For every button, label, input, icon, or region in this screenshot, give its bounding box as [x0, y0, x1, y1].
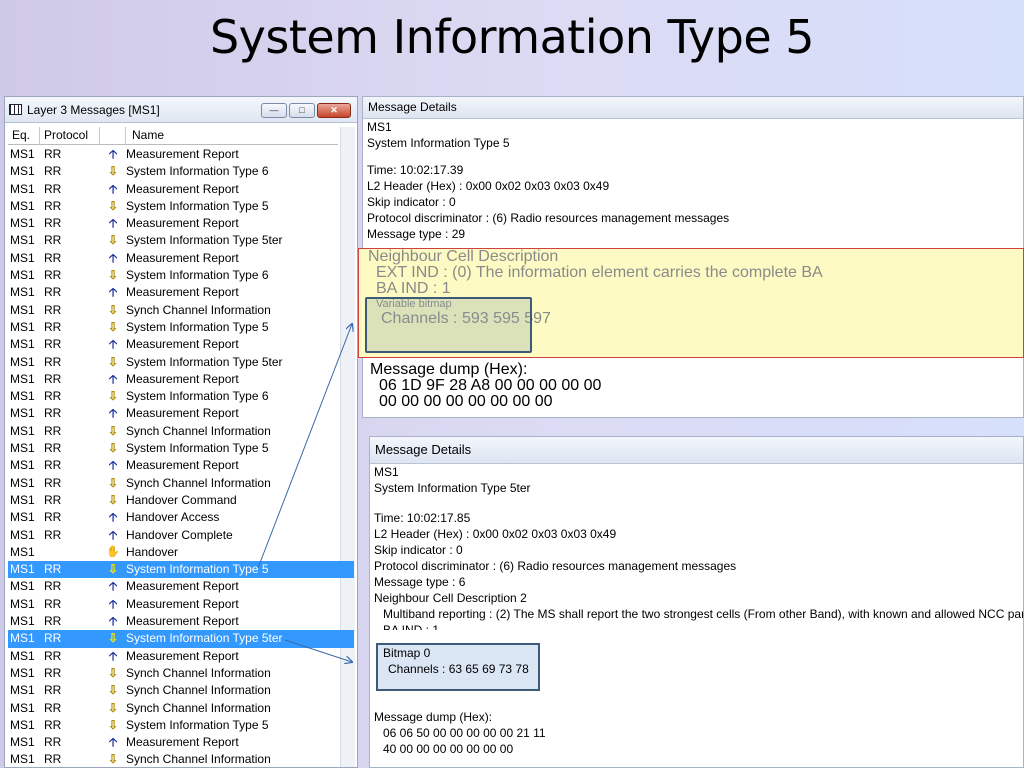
arrow-si5ter-to-details — [284, 639, 352, 662]
arrow-si5-to-details — [257, 324, 352, 569]
connector-arrows — [257, 0, 1024, 768]
